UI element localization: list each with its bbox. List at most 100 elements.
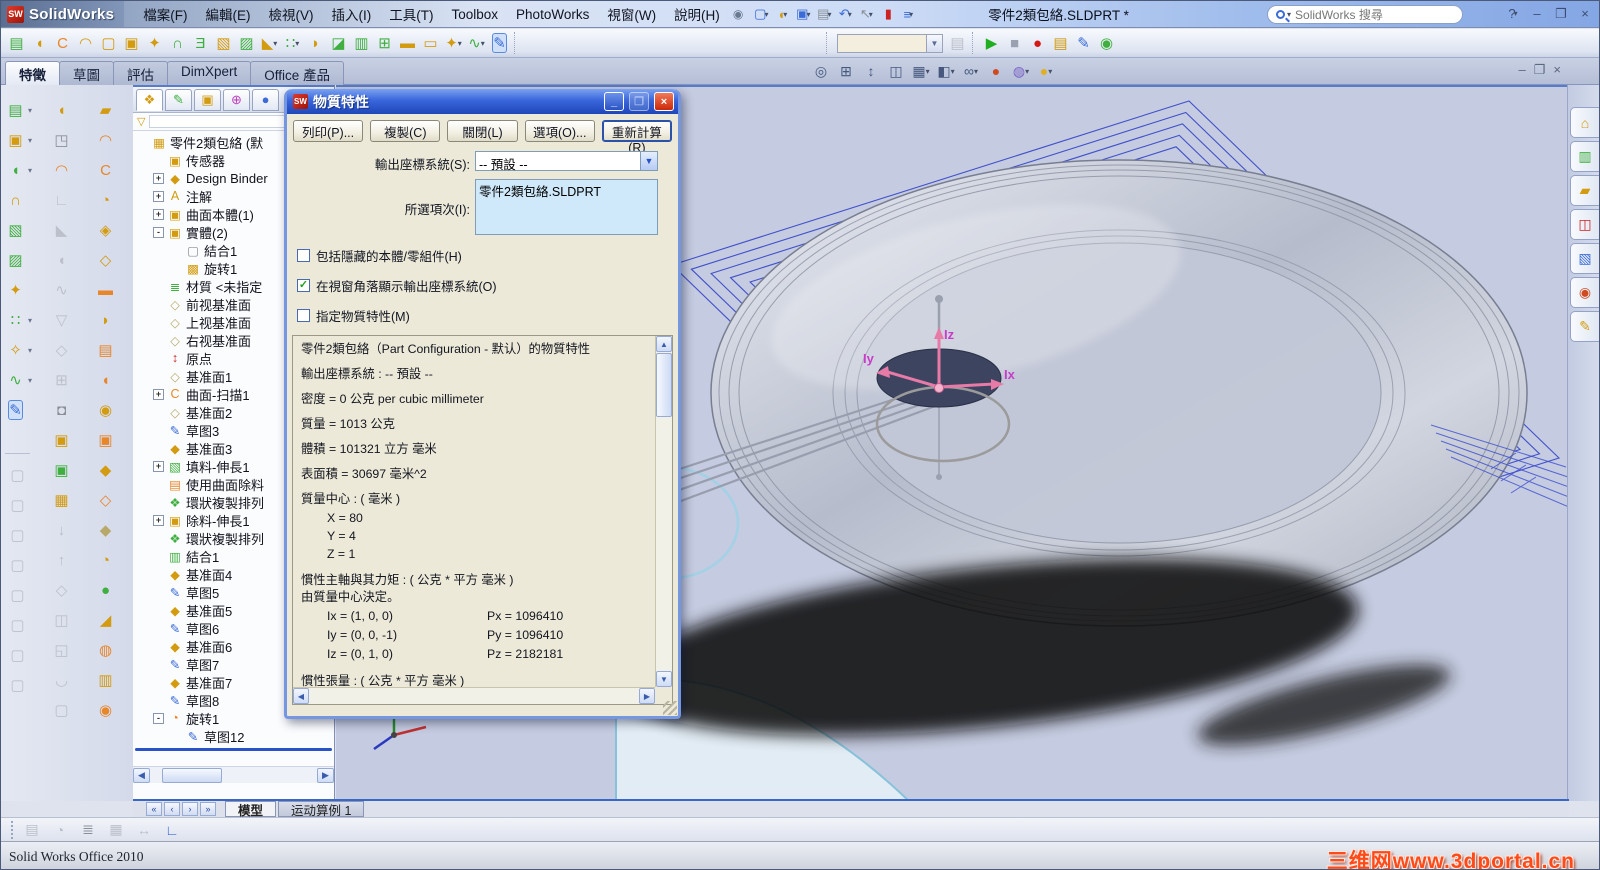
pattern-icon[interactable]: ∷ ▾ <box>281 32 304 55</box>
scale-icon[interactable]: ◱ <box>49 638 74 662</box>
zoom-to-fit-icon[interactable]: ◎ <box>809 60 833 82</box>
checkbox-row[interactable]: ✓ 在視窗角落顯示輸出座標系統(O) <box>297 276 678 295</box>
motion-last-icon[interactable]: » <box>200 802 216 816</box>
tree-horizontal-scrollbar[interactable]: ◀ ▶ <box>133 766 334 783</box>
sketched-bend-icon[interactable]: ◠ <box>93 128 118 152</box>
motion-prev-icon[interactable]: ‹ <box>164 802 180 816</box>
select-icon[interactable]: ↖ ▾ <box>856 4 876 24</box>
options-icon[interactable]: ≡ ▾ <box>898 4 918 24</box>
move-up-icon[interactable]: ↑ <box>49 548 74 572</box>
checkbox-row[interactable]: 指定物質特性(M) <box>297 306 678 325</box>
view-cube-icon[interactable]: ◳ <box>49 128 74 152</box>
undo-icon[interactable]: ↶ ▾ <box>835 4 855 24</box>
dimxpertmanager-tab[interactable]: ⊕ <box>223 88 250 111</box>
disc-model[interactable] <box>710 159 1528 627</box>
fastening-feature-icon[interactable]: ✦ <box>3 278 28 302</box>
lofted-boss-icon[interactable]: ▧ <box>3 218 28 242</box>
expand-toggle-icon[interactable]: + <box>153 208 164 220</box>
measure-icon[interactable]: ◔ <box>49 820 71 840</box>
menu-item[interactable]: 視窗(W) <box>598 1 665 28</box>
revolved-boss-icon[interactable]: ◖ <box>3 158 28 182</box>
move-down-icon[interactable]: ↓ <box>49 518 74 542</box>
standard-view-iso-icon[interactable]: ▢ <box>5 643 30 667</box>
standard-view-dimetric-icon[interactable]: ▢ <box>5 673 30 697</box>
motion-first-icon[interactable]: « <box>146 802 162 816</box>
hide-show-items-icon[interactable]: ∞ ▾ <box>959 60 983 82</box>
spline-tool-icon[interactable]: ∿ <box>3 368 28 392</box>
hem-icon[interactable]: ◗ <box>93 308 118 332</box>
edit-appearance-icon[interactable]: ● <box>984 60 1008 82</box>
rollback-bar[interactable] <box>135 748 332 751</box>
contact-icon[interactable]: ◉ <box>1095 32 1118 55</box>
revolve-sm-icon[interactable]: C <box>93 158 118 182</box>
window-pane-icon[interactable]: ⊞ <box>49 368 74 392</box>
expand-toggle-icon[interactable]: + <box>153 460 164 472</box>
checkbox[interactable]: ✓ <box>297 279 310 292</box>
file-explorer-icon[interactable]: ◫ <box>1570 209 1599 240</box>
instant3d-icon[interactable]: ✎ <box>3 398 28 422</box>
magnet-icon[interactable]: ◖ <box>49 248 74 272</box>
open-document-icon[interactable]: ◖ ▾ <box>772 4 792 24</box>
standard-view-front-icon[interactable]: ▢ <box>5 463 30 487</box>
scroll-thumb[interactable] <box>162 767 222 783</box>
wrap-icon[interactable]: ▭ <box>419 32 442 55</box>
commandmanager-tab[interactable]: DimXpert <box>167 61 252 85</box>
results-horizontal-scrollbar[interactable]: ◀ ▶ <box>293 687 655 704</box>
wedge-icon[interactable]: ◣ ▾ <box>258 32 281 55</box>
diamond-tool-icon[interactable]: ◇ <box>49 338 74 362</box>
configuration-combo[interactable]: ▼ <box>837 33 943 53</box>
doc-minimize-icon[interactable]: – <box>1519 62 1526 78</box>
standard-view-bottom-icon[interactable]: ▢ <box>5 613 30 637</box>
scroll-left-icon[interactable]: ◀ <box>293 688 309 704</box>
record-icon[interactable]: ● <box>1026 32 1049 55</box>
standard-view-top-icon[interactable]: ▢ <box>5 583 30 607</box>
pin-menu-icon[interactable]: ◉ <box>733 7 743 21</box>
edit-sheet-icon[interactable]: ✎ <box>1072 32 1095 55</box>
pattern-table-icon[interactable]: ▦ <box>49 488 74 512</box>
dome-tool-icon[interactable]: ◠ <box>49 158 74 182</box>
combo-dropdown-icon[interactable]: ▼ <box>926 34 942 52</box>
help-button[interactable]: ? ▾ <box>1503 4 1523 23</box>
expand-toggle-icon[interactable]: + <box>153 190 164 202</box>
hole-wizard-icon[interactable]: ✦ <box>143 32 166 55</box>
wedge2-icon[interactable]: ◢ <box>93 608 118 632</box>
doc-restore-icon[interactable]: ❐ <box>1534 62 1546 78</box>
new-document-icon[interactable]: ▢ ▾ <box>751 4 771 24</box>
pin-tool-icon[interactable]: ◆ <box>93 518 118 542</box>
search-input[interactable]: ▾ SolidWorks 搜尋 <box>1267 5 1463 24</box>
swap-icon[interactable]: ↔ <box>133 820 155 840</box>
ring-icon[interactable]: ◍ <box>93 638 118 662</box>
clamp-icon[interactable]: ◖ <box>28 32 51 55</box>
model-tab[interactable]: 模型 <box>225 801 277 818</box>
expand-toggle-icon[interactable]: + <box>153 172 164 184</box>
dialog-button[interactable]: 複製(C) <box>370 120 441 142</box>
dome-icon[interactable]: ◠ <box>74 32 97 55</box>
ref-axis-icon[interactable]: ∟ <box>49 188 74 212</box>
tree-item-sketch12[interactable]: ✎ 草图12 <box>133 727 334 745</box>
zoom-in-out-icon[interactable]: ↕ <box>859 60 883 82</box>
display-style-icon[interactable]: ◧ ▾ <box>934 60 958 82</box>
gusset-icon[interactable]: ◇ <box>93 248 118 272</box>
expand-toggle-icon[interactable]: + <box>153 388 164 400</box>
menu-item[interactable]: Toolbox <box>443 3 508 26</box>
sweep-icon[interactable]: ∩ <box>166 32 189 55</box>
model-tab[interactable]: 运动算例 1 <box>278 801 365 818</box>
shell-icon[interactable]: ▢ <box>97 32 120 55</box>
view-palette-icon[interactable]: ▧ <box>1570 243 1599 274</box>
boundary-boss-icon[interactable]: ▨ <box>3 248 28 272</box>
no-entry-icon[interactable]: ◉ <box>93 398 118 422</box>
flag-icon[interactable]: ◔ <box>93 548 118 572</box>
menu-item[interactable]: 檢視(V) <box>260 1 323 28</box>
dialog-button[interactable]: 選項(O)... <box>524 120 595 142</box>
configurationmanager-tab[interactable]: ▣ <box>194 88 221 111</box>
curve-icon[interactable]: ✦ ▾ <box>442 32 465 55</box>
loft-icon[interactable]: ▧ <box>212 32 235 55</box>
corner-trim-icon[interactable]: ◣ <box>49 218 74 242</box>
sketch-axes-icon[interactable]: ∟ <box>161 820 183 840</box>
minimize-button[interactable]: – <box>1527 4 1547 23</box>
commandmanager-tab[interactable]: Office 產品 <box>250 61 345 85</box>
scroll-left-icon[interactable]: ◀ <box>133 767 150 783</box>
displaymanager-tab[interactable]: ● <box>252 88 279 111</box>
combine-icon[interactable]: ⊞ <box>373 32 396 55</box>
shell2-icon[interactable]: ▢ <box>49 698 74 722</box>
